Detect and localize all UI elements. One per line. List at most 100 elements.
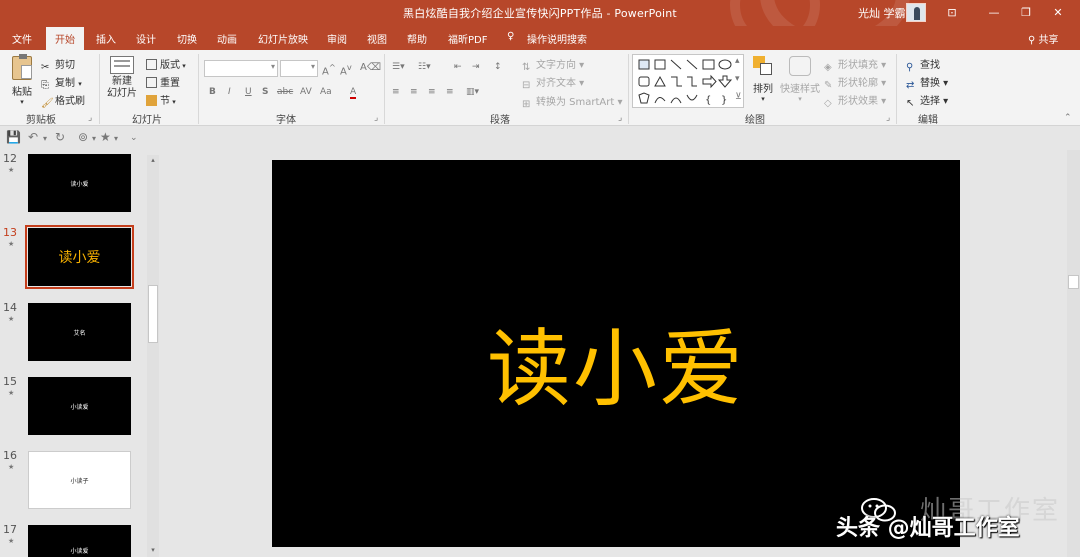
redo-icon[interactable]: ↻ — [55, 130, 65, 144]
shadow-button[interactable]: S — [262, 87, 268, 97]
decrease-indent-icon[interactable]: ⇤ — [454, 62, 462, 72]
star-icon[interactable]: ★ — [100, 130, 111, 144]
font-color-button[interactable]: A — [350, 87, 357, 99]
line-spacing-icon[interactable]: ↕ — [494, 62, 502, 72]
new-slide-label-1: 新建 — [112, 76, 132, 87]
shape-effects-button[interactable]: ◇ 形状效果 ▾ — [824, 92, 886, 109]
decrease-font-icon[interactable]: Av — [340, 62, 352, 77]
dialog-launcher-icon[interactable]: ⌟ — [886, 113, 890, 123]
tab-help[interactable]: 帮助 — [407, 31, 427, 46]
copy-label: 复制 — [55, 78, 75, 89]
copy-button[interactable]: ⎘ 复制 ▾ — [41, 74, 82, 91]
bullets-icon[interactable]: ☰▾ — [392, 62, 405, 72]
columns-icon[interactable]: ▥▾ — [466, 87, 479, 97]
tab-view[interactable]: 视图 — [367, 31, 387, 46]
font-size-combo[interactable] — [280, 60, 318, 77]
slide-canvas[interactable]: 读小爱 — [272, 160, 960, 547]
thumbnails-scrollbar[interactable]: ▴ ▾ — [147, 155, 159, 557]
dialog-launcher-icon[interactable]: ⌟ — [88, 113, 92, 123]
align-text-button[interactable]: ⊟ 对齐文本 ▾ — [522, 74, 584, 91]
shape-outline-button[interactable]: ✎ 形状轮廓 ▾ — [824, 74, 886, 91]
share-button[interactable]: ⚲ 共享 — [1028, 31, 1059, 46]
star-dropdown-icon[interactable]: ▾ — [114, 134, 118, 143]
find-button[interactable]: ⚲ 查找 — [906, 56, 940, 73]
select-button[interactable]: ↖ 选择 ▾ — [906, 92, 948, 109]
new-slide-button[interactable]: 新建 幻灯片 — [104, 56, 140, 100]
dialog-launcher-icon[interactable]: ⌟ — [374, 113, 378, 123]
underline-button[interactable]: U — [245, 87, 252, 97]
tab-file[interactable]: 文件 — [12, 31, 32, 46]
tab-slideshow[interactable]: 幻灯片放映 — [258, 31, 308, 46]
clear-format-icon[interactable]: A⌫ — [360, 62, 381, 73]
scroll-thumb[interactable] — [1068, 275, 1079, 289]
save-icon[interactable]: 💾 — [6, 130, 21, 144]
change-case-button[interactable]: Aa — [320, 87, 332, 97]
ribbon-display-options-icon[interactable]: ⊡ — [940, 3, 964, 23]
align-right-icon[interactable]: ≡ — [428, 87, 436, 97]
gallery-scroll-down-icon[interactable]: ▾ — [735, 74, 740, 84]
user-name[interactable]: 光灿 学霸 — [858, 5, 906, 21]
present-dropdown-icon[interactable]: ▾ — [92, 134, 96, 143]
scroll-up-icon[interactable]: ▴ — [148, 155, 158, 165]
increase-indent-icon[interactable]: ⇥ — [472, 62, 480, 72]
slide-thumbnail[interactable]: 小读子 — [28, 451, 131, 509]
tab-design[interactable]: 设计 — [136, 31, 156, 46]
slide-thumbnail[interactable]: 小读爱 — [28, 525, 131, 557]
bold-button[interactable]: B — [209, 87, 216, 97]
slide-title-text[interactable]: 读小爱 — [272, 302, 960, 423]
scroll-thumb[interactable] — [148, 285, 158, 343]
numbering-icon[interactable]: ☷▾ — [418, 62, 431, 72]
gallery-scroll-up-icon[interactable]: ▴ — [735, 56, 740, 66]
format-painter-button[interactable]: 🖌格式刷 — [41, 92, 85, 109]
slide-thumbnail-selected[interactable]: 读小爱 — [25, 225, 134, 289]
dialog-launcher-icon[interactable]: ⌟ — [618, 113, 622, 123]
customize-qat-icon[interactable]: ⌄ — [130, 133, 138, 143]
italic-button[interactable]: I — [228, 87, 231, 97]
replace-button[interactable]: ⇄ 替换 ▾ — [906, 74, 948, 91]
font-name-combo[interactable] — [204, 60, 278, 77]
strikethrough-button[interactable]: abc — [277, 87, 293, 97]
avatar[interactable] — [906, 3, 926, 22]
text-direction-button[interactable]: ⇅ 文字方向 ▾ — [522, 56, 584, 73]
justify-icon[interactable]: ≡ — [446, 87, 454, 97]
close-icon[interactable]: ✕ — [1046, 3, 1070, 23]
smartart-button[interactable]: ⊞ 转换为 SmartArt ▾ — [522, 93, 623, 110]
scroll-down-icon[interactable]: ▾ — [148, 545, 158, 555]
tab-foxit-pdf[interactable]: 福昕PDF — [448, 31, 487, 46]
present-icon[interactable]: ⊚ — [78, 130, 88, 144]
restore-icon[interactable]: ❐ — [1014, 3, 1038, 23]
arrange-button[interactable]: 排列 ▾ — [750, 56, 776, 103]
tell-me-search[interactable]: 操作说明搜索 — [527, 31, 587, 46]
gallery-more-icon[interactable]: ⊻ — [735, 92, 742, 102]
paste-button[interactable]: 粘贴 ▾ — [10, 54, 34, 106]
layout-icon — [146, 59, 157, 70]
text-direction-label: 文字方向 — [536, 60, 576, 71]
tab-transitions[interactable]: 切换 — [177, 31, 197, 46]
tab-home[interactable]: 开始 — [46, 27, 84, 50]
slide-thumbnail[interactable]: 艾名 — [28, 303, 131, 361]
layout-button[interactable]: 版式 ▾ — [146, 56, 186, 71]
tab-review[interactable]: 审阅 — [327, 31, 347, 46]
increase-font-icon[interactable]: A^ — [322, 62, 336, 77]
minimize-icon[interactable]: — — [982, 3, 1006, 23]
shape-fill-button[interactable]: ◈ 形状填充 ▾ — [824, 56, 886, 73]
shapes-gallery[interactable]: {} — [632, 54, 744, 108]
slide-thumbnail[interactable]: 读小爱 — [28, 154, 131, 212]
shape-outline-label: 形状轮廓 — [838, 78, 878, 89]
collapse-ribbon-icon[interactable]: ⌃ — [1064, 113, 1072, 123]
align-center-icon[interactable]: ≡ — [410, 87, 418, 97]
section-button[interactable]: 节 ▾ — [146, 92, 176, 107]
shape-effects-label: 形状效果 — [838, 96, 878, 107]
cut-button[interactable]: ✂ 剪切 — [41, 56, 75, 73]
undo-icon[interactable]: ↶ — [28, 130, 38, 144]
main-scrollbar[interactable] — [1067, 150, 1080, 557]
char-spacing-button[interactable]: AV — [300, 87, 312, 97]
brush-icon: 🖌 — [41, 98, 54, 109]
align-left-icon[interactable]: ≡ — [392, 87, 400, 97]
quick-styles-button[interactable]: 快速样式 ▾ — [780, 56, 820, 103]
undo-dropdown-icon[interactable]: ▾ — [43, 134, 47, 143]
tab-animations[interactable]: 动画 — [217, 31, 237, 46]
tab-insert[interactable]: 插入 — [96, 31, 116, 46]
slide-thumbnail[interactable]: 小读爱 — [28, 377, 131, 435]
reset-button[interactable]: 重置 — [146, 74, 180, 89]
